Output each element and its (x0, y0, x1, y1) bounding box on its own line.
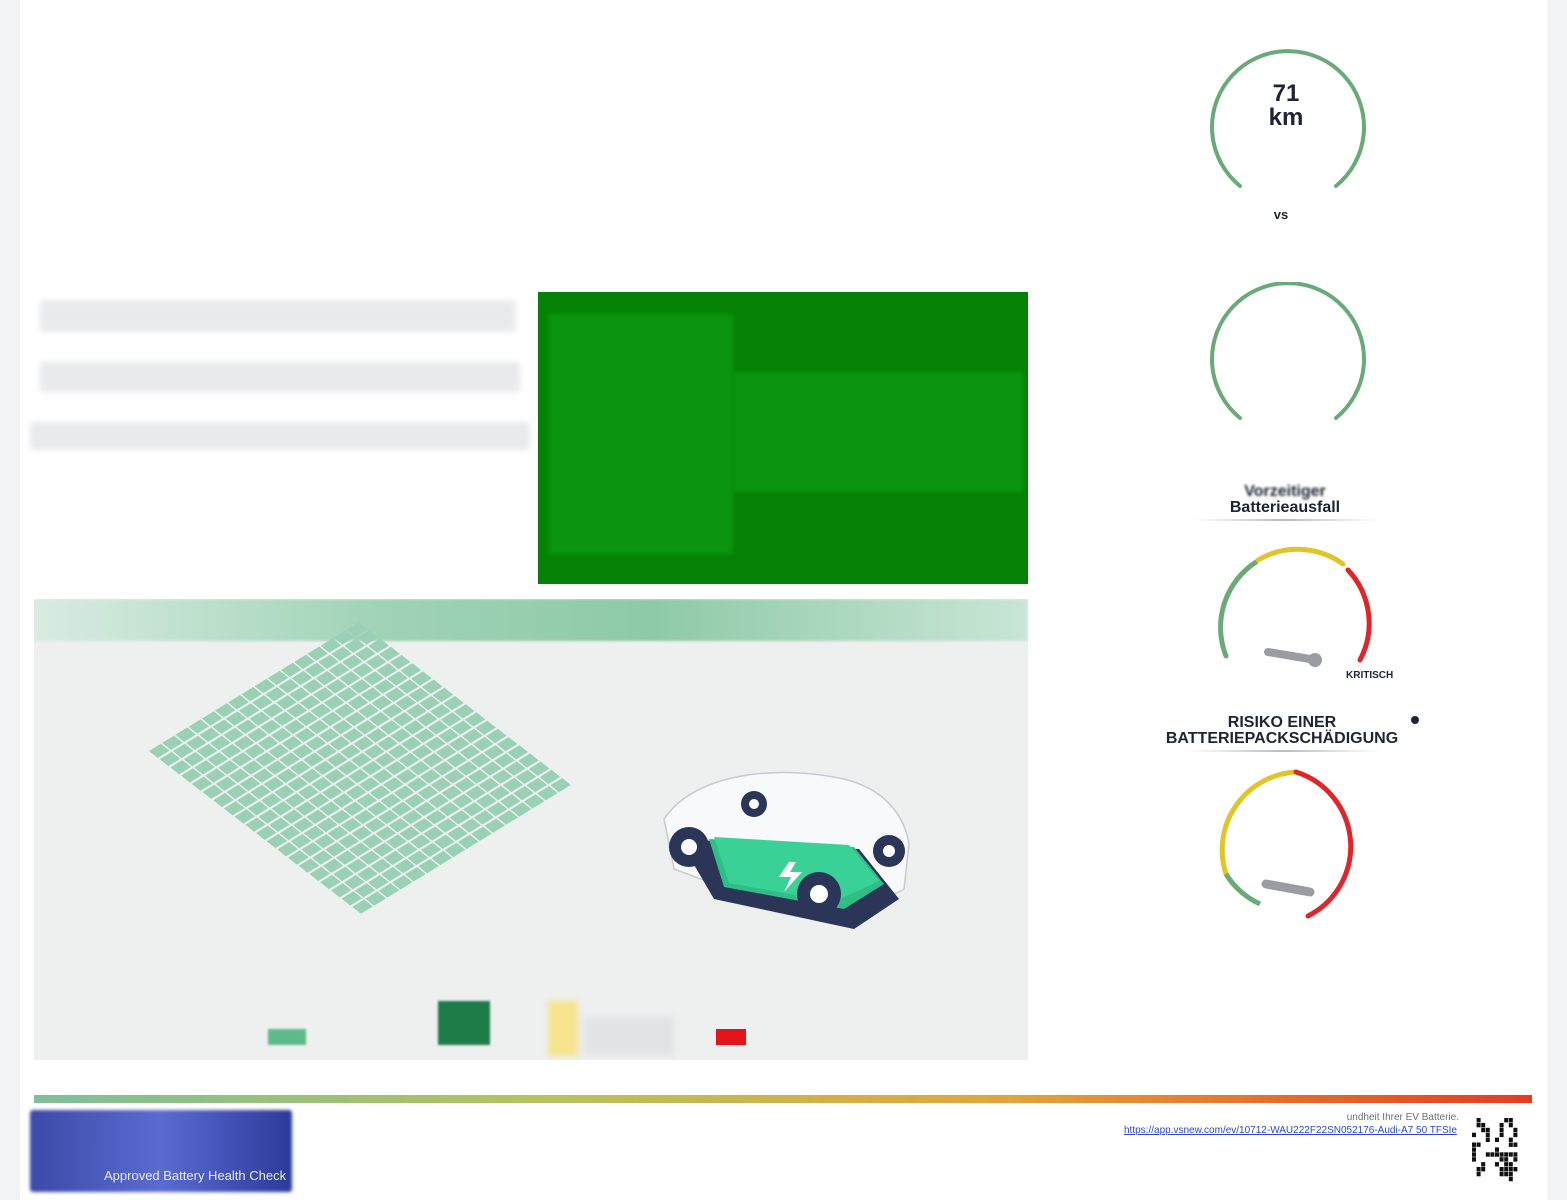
legend-chip-red (716, 1029, 746, 1045)
info-icon[interactable] (1411, 716, 1419, 724)
secondary-gauge (1210, 282, 1366, 420)
failure-title-line2: Batterieausfall (1229, 499, 1341, 516)
damage-title-line1: RISIKO EINER (1227, 714, 1337, 731)
damage-title-line2: BATTERIEPACKSCHÄDIGUNG (1165, 730, 1399, 747)
blurred-region (733, 372, 1023, 492)
blurred-text (40, 300, 516, 332)
failure-underline (1192, 519, 1378, 521)
blurred-text (30, 422, 530, 450)
report-link[interactable]: https://app.vsnew.com/ev/10712-WAU222F22… (1124, 1125, 1457, 1136)
failure-risk-gauge (1218, 546, 1372, 667)
legend-chip-yellow (548, 1001, 578, 1056)
footer-gradient-bar (34, 1095, 1532, 1103)
qr-code[interactable] (1470, 1116, 1520, 1184)
legend-chip-grey (584, 1017, 674, 1055)
footer-note: undheit Ihrer EV Batterie. (1346, 1112, 1459, 1123)
critical-label: KRITISCH (1346, 670, 1394, 681)
ev-car-illustration (663, 771, 910, 929)
footer-logo-text: Approved Battery Health Check (104, 1168, 287, 1183)
cell-grid-illustration (149, 622, 910, 929)
report-page: 71 km vs Vorzeitiger Batterieausfall KRI… (20, 0, 1547, 1200)
legend-chip-green (268, 1029, 306, 1045)
legend-chip-dark-green (438, 1001, 490, 1045)
vs-label: vs (1273, 207, 1289, 222)
blurred-text (40, 362, 520, 392)
battery-cell-panel (34, 599, 1028, 1060)
range-unit: km (1268, 104, 1304, 131)
failure-title-line1: Vorzeitiger (1244, 483, 1326, 500)
blurred-region (548, 314, 733, 554)
damage-underline (1186, 750, 1382, 752)
pack-damage-gauge (1219, 769, 1354, 919)
status-card (538, 292, 1028, 584)
